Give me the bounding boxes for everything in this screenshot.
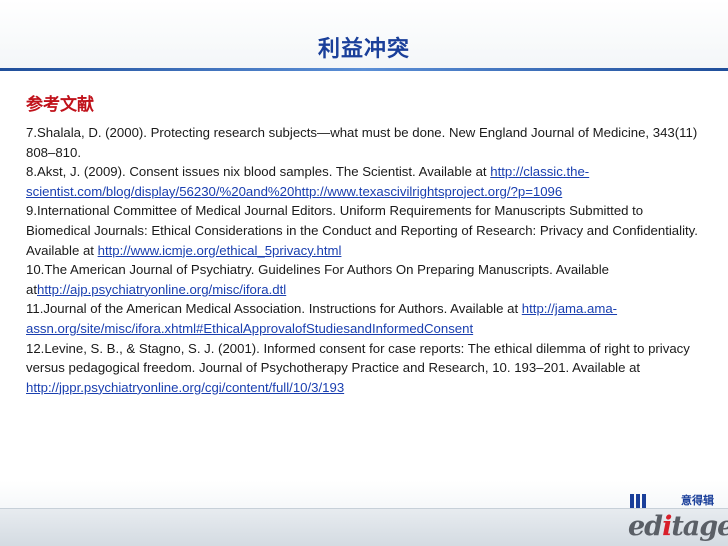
reference-text: 8.Akst, J. (2009). Consent issues nix bl… bbox=[26, 164, 491, 180]
footer-bar bbox=[0, 508, 728, 546]
logo-chinese-name: 意得辑 bbox=[681, 494, 714, 507]
logo-wordmark-post: tage bbox=[671, 511, 728, 542]
footer-divider bbox=[0, 508, 728, 509]
reference-link[interactable]: http://jppr.psychiatryonline.org/cgi/con… bbox=[26, 380, 344, 395]
logo-wordmark-accent: i bbox=[662, 511, 672, 542]
reference-text: 7.Shalala, D. (2000). Protecting researc… bbox=[26, 125, 698, 160]
reference-item: 7.Shalala, D. (2000). Protecting researc… bbox=[26, 123, 706, 162]
editage-logo: 意得辑 editage bbox=[628, 490, 728, 542]
slide-title: 利益冲突 bbox=[317, 37, 410, 62]
reference-item: 12.Levine, S. B., & Stagno, S. J. (2001)… bbox=[26, 339, 706, 398]
logo-mark-icon bbox=[630, 494, 646, 508]
reference-item: 9.International Committee of Medical Jou… bbox=[26, 201, 706, 260]
slide: 利益冲突 参考文献 7.Shalala, D. (2000). Protecti… bbox=[0, 0, 728, 546]
reference-item: 11.Journal of the American Medical Assoc… bbox=[26, 299, 706, 338]
reference-text: 12.Levine, S. B., & Stagno, S. J. (2001)… bbox=[26, 340, 690, 376]
references-list: 7.Shalala, D. (2000). Protecting researc… bbox=[26, 123, 706, 397]
reference-item: 10.The American Journal of Psychiatry. G… bbox=[26, 260, 706, 299]
reference-item: 8.Akst, J. (2009). Consent issues nix bl… bbox=[26, 162, 706, 201]
reference-link[interactable]: http://www.icmje.org/ethical_5privacy.ht… bbox=[98, 243, 342, 258]
title-divider bbox=[0, 68, 728, 71]
logo-wordmark: editage bbox=[628, 511, 728, 542]
logo-wordmark-pre: ed bbox=[628, 511, 663, 542]
references-heading: 参考文献 bbox=[26, 95, 94, 115]
reference-link[interactable]: http://ajp.psychiatryonline.org/misc/ifo… bbox=[37, 282, 286, 297]
reference-text: 11.Journal of the American Medical Assoc… bbox=[26, 301, 522, 317]
